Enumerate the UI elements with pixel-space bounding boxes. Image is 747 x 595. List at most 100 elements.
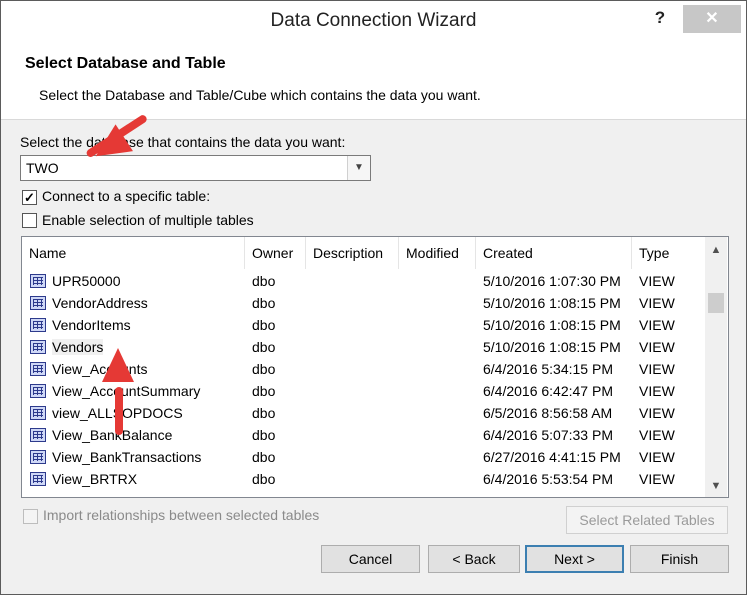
table-icon	[30, 428, 46, 442]
table-row[interactable]: VendorItems dbo 5/10/2016 1:08:15 PM VIEW	[22, 315, 702, 337]
multiple-tables-label: Enable selection of multiple tables	[42, 212, 254, 228]
cell-created: 6/4/2016 6:42:47 PM	[483, 383, 613, 399]
table-icon-grid	[33, 343, 43, 351]
cell-owner: dbo	[252, 383, 276, 399]
back-button[interactable]: < Back	[428, 545, 520, 573]
table-row[interactable]: View_BRTRX dbo 6/4/2016 5:53:54 PM VIEW	[22, 469, 702, 491]
cell-type: VIEW	[639, 471, 675, 487]
cancel-button[interactable]: Cancel	[321, 545, 420, 573]
close-button[interactable]: ✕	[683, 5, 741, 33]
table-icon	[30, 450, 46, 464]
scroll-thumb[interactable]	[708, 293, 724, 313]
column-header-created[interactable]: Created	[476, 237, 632, 269]
arrow-shaft	[115, 387, 123, 435]
cell-created: 5/10/2016 1:08:15 PM	[483, 339, 621, 355]
multiple-tables-checkbox[interactable]	[22, 213, 37, 228]
column-header-type[interactable]: Type	[632, 237, 704, 269]
cell-name: Vendors	[52, 339, 104, 355]
table-icon	[30, 340, 46, 354]
data-connection-wizard-window: Data Connection Wizard ? ✕ Select Databa…	[0, 0, 747, 595]
cell-owner: dbo	[252, 317, 276, 333]
cell-type: VIEW	[639, 317, 675, 333]
cell-name: VendorAddress	[52, 295, 148, 311]
cell-owner: dbo	[252, 361, 276, 377]
next-button[interactable]: Next >	[525, 545, 624, 573]
table-icon	[30, 318, 46, 332]
cell-type: VIEW	[639, 427, 675, 443]
table-row[interactable]: view_ALLSOPDOCSdbo6/5/2016 8:56:58 AMVIE…	[22, 403, 702, 425]
table-icon-grid	[33, 409, 43, 417]
table-icon	[30, 384, 46, 398]
cell-name: View_BankTransactions	[52, 449, 202, 465]
cell-owner: dbo	[252, 449, 276, 465]
table-icon	[30, 296, 46, 310]
cell-owner: dbo	[252, 471, 276, 487]
table-row[interactable]: View_AccountSummary dbo 6/4/2016 6:42:47 P…	[22, 381, 702, 403]
cell-type: VIEW	[639, 273, 675, 289]
cell-created: 6/4/2016 5:07:33 PM	[483, 427, 613, 443]
column-header-modified[interactable]: Modified	[399, 237, 476, 269]
window-title: Data Connection Wizard	[270, 10, 477, 31]
cell-created: 5/10/2016 1:08:15 PM	[483, 295, 621, 311]
table-row[interactable]: VendorAddress dbo 5/10/2016 1:08:15 PM VIEW	[22, 293, 702, 315]
cell-name: View_BRTRX	[52, 471, 138, 487]
vertical-scrollbar[interactable]: ▲ ▼	[705, 237, 727, 497]
cell-name: UPR50000	[52, 273, 121, 289]
connect-specific-label: Connect to a specific table:	[42, 188, 211, 204]
connect-specific-checkbox[interactable]: ✓	[22, 190, 37, 205]
cell-created: 6/5/2016 8:56:58 AM	[483, 405, 613, 421]
cell-created: 6/4/2016 5:53:54 PM	[483, 471, 613, 487]
cell-owner: dbo	[252, 405, 276, 421]
table-row[interactable]: View_BankBalance dbo 6/4/2016 5:07:33 PM VI…	[22, 425, 702, 447]
database-label: Select the database that contains the da…	[20, 134, 346, 150]
column-header-owner[interactable]: Owner	[245, 237, 306, 269]
table-row[interactable]: UPR50000 dbo 5/10/2016 1:07:30 PM VIEW	[22, 271, 702, 293]
scroll-down-icon[interactable]: ▼	[705, 477, 727, 495]
table-icon-grid	[33, 299, 43, 307]
table-icon-grid	[33, 365, 43, 373]
import-relationships-label: Import relationships between selected ta…	[43, 507, 320, 523]
chevron-down-icon[interactable]: ▼	[347, 156, 370, 180]
table-icon-grid	[33, 277, 43, 285]
column-header-name[interactable]: Name	[22, 237, 245, 269]
cell-type: VIEW	[639, 383, 675, 399]
cell-owner: dbo	[252, 295, 276, 311]
column-header-description[interactable]: Description	[306, 237, 399, 269]
title-bar: Data Connection Wizard ? ✕	[1, 1, 746, 45]
cell-type: VIEW	[639, 361, 675, 377]
cell-created: 6/27/2016 4:41:15 PM	[483, 449, 621, 465]
cell-owner: dbo	[252, 273, 276, 289]
table-icon-grid	[33, 321, 43, 329]
table-icon-grid	[33, 387, 43, 395]
arrow-head-icon	[102, 348, 134, 382]
cell-created: 5/10/2016 1:08:15 PM	[483, 317, 621, 333]
step-subtitle: Select the Database and Table/Cube which…	[39, 87, 481, 103]
step-title: Select Database and Table	[25, 55, 226, 72]
database-value: TWO	[26, 160, 59, 176]
import-relationships-checkbox[interactable]	[23, 509, 38, 524]
table-icon	[30, 362, 46, 376]
cell-name: View_BankBalance	[52, 427, 173, 443]
cell-type: VIEW	[639, 449, 675, 465]
cell-type: VIEW	[639, 405, 675, 421]
cell-owner: dbo	[252, 339, 276, 355]
table-icon	[30, 472, 46, 486]
help-button[interactable]: ?	[649, 5, 671, 31]
table-row[interactable]: View_BankTransactions dbo 6/27/2016 4:41:1…	[22, 447, 702, 469]
table-icon-grid	[33, 431, 43, 439]
table-icon	[30, 274, 46, 288]
cell-created: 6/4/2016 5:34:15 PM	[483, 361, 613, 377]
cell-name: View_AccountSummary	[52, 383, 201, 399]
wizard-header: Select Database and Table Select the Dat…	[1, 45, 746, 120]
cell-owner: dbo	[252, 427, 276, 443]
table-icon-grid	[33, 453, 43, 461]
table-icon	[30, 406, 46, 420]
select-related-tables-button[interactable]: Select Related Tables	[566, 506, 728, 534]
cell-name: VendorItems	[52, 317, 131, 333]
cell-type: VIEW	[639, 295, 675, 311]
cell-type: VIEW	[639, 339, 675, 355]
scroll-up-icon[interactable]: ▲	[705, 241, 727, 259]
database-dropdown[interactable]: TWO ▼	[20, 155, 371, 181]
finish-button[interactable]: Finish	[630, 545, 729, 573]
cell-created: 5/10/2016 1:07:30 PM	[483, 273, 621, 289]
